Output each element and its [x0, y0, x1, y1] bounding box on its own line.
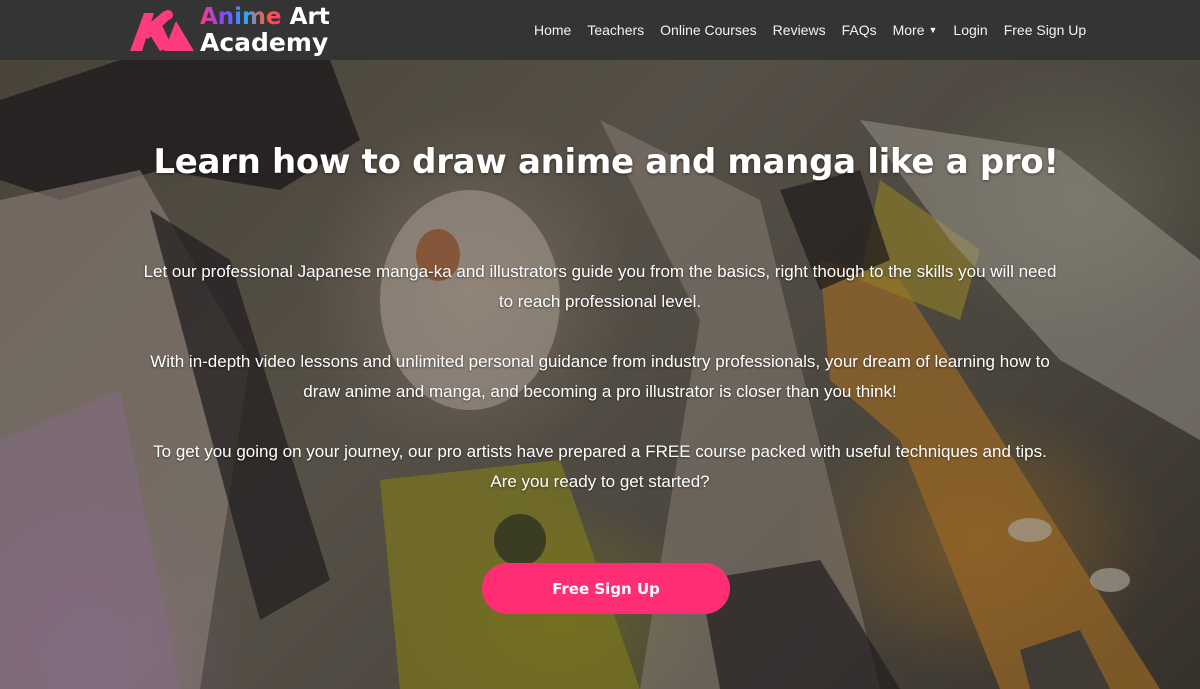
brand-word-academy: Academy [200, 28, 329, 57]
nav-home[interactable]: Home [534, 22, 571, 38]
main-nav: Home Teachers Online Courses Reviews FAQ… [534, 0, 1086, 60]
nav-more-dropdown[interactable]: More ▼ [893, 22, 938, 38]
brand-logo[interactable]: Anime Art Academy [128, 3, 330, 57]
brand-word-art: Art [289, 4, 330, 30]
brand-word-anime: Anime [200, 4, 282, 30]
caret-down-icon: ▼ [928, 24, 938, 35]
top-navbar: Anime Art Academy Home Teachers Online C… [0, 0, 1200, 60]
hero-paragraph-3: To get you going on your journey, our pr… [153, 442, 1047, 491]
logo-mark-icon [130, 10, 194, 51]
hero-paragraph-1: Let our professional Japanese manga-ka a… [143, 262, 1057, 311]
nav-online-courses[interactable]: Online Courses [660, 22, 757, 38]
nav-login[interactable]: Login [953, 22, 987, 38]
hero-paragraph-2: With in-depth video lessons and unlimite… [150, 352, 1050, 401]
brand-wordmark: Anime Art Academy [200, 4, 330, 57]
hero-section: Learn how to draw anime and manga like a… [0, 60, 1200, 689]
nav-more-label: More [892, 22, 925, 38]
free-sign-up-button[interactable]: Free Sign Up [482, 563, 730, 614]
hero-content: Learn how to draw anime and manga like a… [0, 60, 1200, 689]
nav-reviews[interactable]: Reviews [773, 22, 826, 38]
nav-free-sign-up[interactable]: Free Sign Up [1004, 22, 1086, 38]
hero-headline: Learn how to draw anime and manga like a… [153, 142, 1059, 182]
nav-faqs[interactable]: FAQs [842, 22, 877, 38]
nav-teachers[interactable]: Teachers [587, 22, 644, 38]
